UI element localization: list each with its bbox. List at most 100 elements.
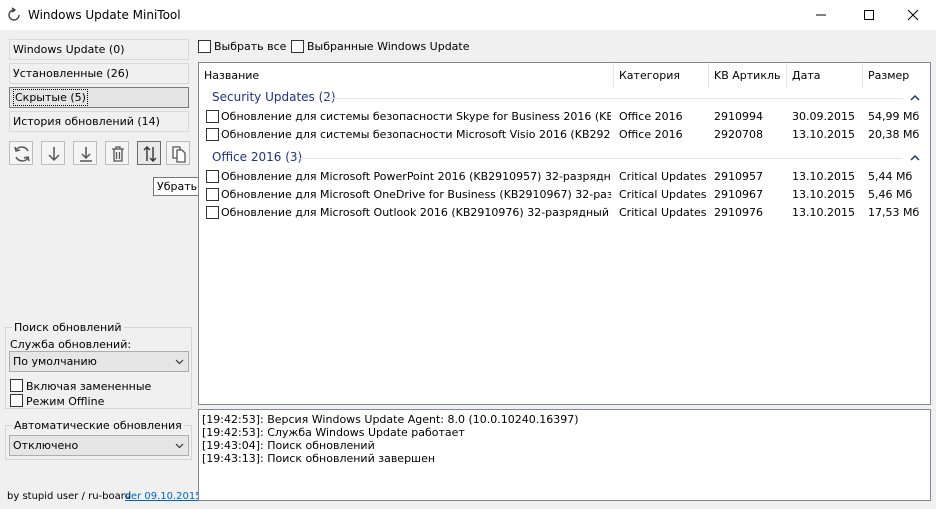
log-line: [19:42:53]: Версия Windows Update Agent:… [202, 413, 579, 426]
table-row[interactable]: Обновление для Microsoft OneDrive for Bu… [199, 186, 930, 204]
offline-mode-label: Режим Offline [26, 395, 105, 408]
cell-size: 54,99 Мб [868, 110, 920, 123]
cell-kb: 2910976 [714, 206, 763, 219]
cell-kb: 2910957 [714, 170, 763, 183]
cell-category: Critical Updates [619, 206, 707, 219]
chevron-up-icon[interactable] [910, 154, 920, 162]
cell-date: 13.10.2015 [792, 170, 855, 183]
install-icon [80, 147, 92, 162]
minimize-button[interactable] [798, 0, 844, 30]
refresh-icon [14, 146, 30, 162]
column-header-kb[interactable]: KB Артикль [709, 63, 787, 88]
close-icon [907, 9, 919, 21]
cell-size: 5,46 Мб [868, 188, 913, 201]
include-superseded-label: Включая замененные [26, 380, 152, 393]
refresh-button[interactable] [9, 141, 33, 165]
cell-size: 5,44 Мб [868, 170, 913, 183]
cell-size: 20,38 Мб [868, 128, 920, 141]
title-bar: Windows Update MiniTool [0, 0, 936, 30]
delete-button[interactable] [105, 141, 129, 165]
copy-icon [172, 146, 186, 163]
maximize-icon [864, 10, 874, 20]
close-button[interactable] [890, 0, 936, 30]
log-panel[interactable]: [19:42:53]: Версия Windows Update Agent:… [198, 409, 931, 501]
nav-installed[interactable]: Установленные (26) [9, 63, 189, 84]
cell-kb: 2920708 [714, 128, 763, 141]
maximize-button[interactable] [846, 0, 892, 30]
version-link[interactable]: ver 09.10.2015 [125, 491, 202, 502]
cell-name: Обновление для Microsoft PowerPoint 2016… [221, 170, 611, 183]
cell-kb: 2910994 [714, 110, 763, 123]
include-superseded-checkbox[interactable] [10, 379, 23, 392]
cell-date: 13.10.2015 [792, 206, 855, 219]
row-checkbox[interactable] [206, 170, 219, 183]
cell-name: Обновление для Microsoft Outlook 2016 (K… [221, 206, 611, 219]
table-row[interactable]: Обновление для Microsoft PowerPoint 2016… [199, 168, 930, 186]
author-text: by stupid user / ru-board [7, 491, 132, 502]
log-line: [19:43:04]: Поиск обновлений [202, 439, 375, 452]
table-row[interactable]: Обновление для Microsoft Outlook 2016 (K… [199, 204, 930, 222]
nav-windows-update[interactable]: Windows Update (0) [9, 39, 189, 60]
nav-item-label: История обновлений (14) [13, 115, 160, 128]
chevron-down-icon [175, 443, 184, 449]
window-title: Windows Update MiniTool [28, 8, 181, 22]
cell-date: 30.09.2015 [792, 110, 855, 123]
service-select-value: По умолчанию [13, 355, 97, 368]
table-row[interactable]: Обновление для системы безопасности Skyp… [199, 108, 930, 126]
column-header-category[interactable]: Категория [614, 63, 709, 88]
cell-name: Обновление для системы безопасности Skyp… [221, 110, 611, 123]
minimize-icon [816, 14, 826, 16]
cell-category: Critical Updates [619, 188, 707, 201]
selected-updates-checkbox[interactable] [291, 40, 304, 53]
table-row[interactable]: Обновление для системы безопасности Micr… [199, 126, 930, 144]
service-select[interactable]: По умолчанию [9, 351, 189, 372]
copy-button[interactable] [166, 141, 190, 165]
cell-date: 13.10.2015 [792, 128, 855, 141]
cell-date: 13.10.2015 [792, 188, 855, 201]
app-refresh-icon [8, 7, 20, 21]
download-button[interactable] [41, 141, 65, 165]
column-header-name[interactable]: Название [199, 63, 614, 88]
cell-category: Critical Updates [619, 170, 707, 183]
cell-size: 17,53 Мб [868, 206, 920, 219]
download-icon [48, 147, 60, 162]
nav-hidden[interactable]: Скрытые (5) [9, 87, 189, 108]
log-line: [19:43:13]: Поиск обновлений завершен [202, 452, 436, 465]
nav-item-label: Windows Update (0) [13, 43, 125, 56]
row-checkbox[interactable] [206, 188, 219, 201]
service-label: Служба обновлений: [10, 338, 132, 351]
row-checkbox[interactable] [206, 128, 219, 141]
cell-name: Обновление для Microsoft OneDrive for Bu… [221, 188, 611, 201]
selected-updates-label: Выбранные Windows Update [307, 40, 470, 53]
search-group-label: Поиск обновлений [12, 321, 124, 334]
updates-list[interactable]: Название Категория KB Артикль Дата Разме… [198, 62, 931, 405]
cell-category: Office 2016 [619, 110, 683, 123]
row-checkbox[interactable] [206, 110, 219, 123]
install-button[interactable] [73, 141, 97, 165]
column-header-size[interactable]: Размер [863, 63, 930, 88]
nav-history[interactable]: История обновлений (14) [9, 111, 189, 132]
select-all-checkbox[interactable] [198, 40, 211, 53]
group-title-security[interactable]: Security Updates (2) [212, 90, 336, 104]
auto-update-select[interactable]: Отключено [9, 435, 189, 456]
group-title-office[interactable]: Office 2016 (3) [212, 150, 302, 164]
hide-unhide-icon [143, 146, 157, 162]
group-divider [299, 158, 903, 159]
chevron-up-icon[interactable] [910, 94, 920, 102]
cell-category: Office 2016 [619, 128, 683, 141]
nav-item-label: Установленные (26) [13, 67, 130, 80]
cell-name: Обновление для системы безопасности Micr… [221, 128, 611, 141]
group-divider [323, 98, 903, 99]
nav-item-label: Скрытые (5) [13, 89, 88, 106]
auto-update-group-label: Автоматические обновления [12, 419, 184, 432]
unhide-button[interactable] [137, 141, 161, 165]
log-line: [19:42:53]: Служба Windows Update работа… [202, 426, 465, 439]
chevron-down-icon [175, 359, 184, 365]
auto-update-select-value: Отключено [13, 439, 79, 452]
row-checkbox[interactable] [206, 206, 219, 219]
cell-kb: 2910967 [714, 188, 763, 201]
select-all-label: Выбрать все [214, 40, 287, 53]
offline-mode-checkbox[interactable] [10, 394, 23, 407]
trash-icon [112, 146, 124, 162]
column-header-date[interactable]: Дата [787, 63, 863, 88]
